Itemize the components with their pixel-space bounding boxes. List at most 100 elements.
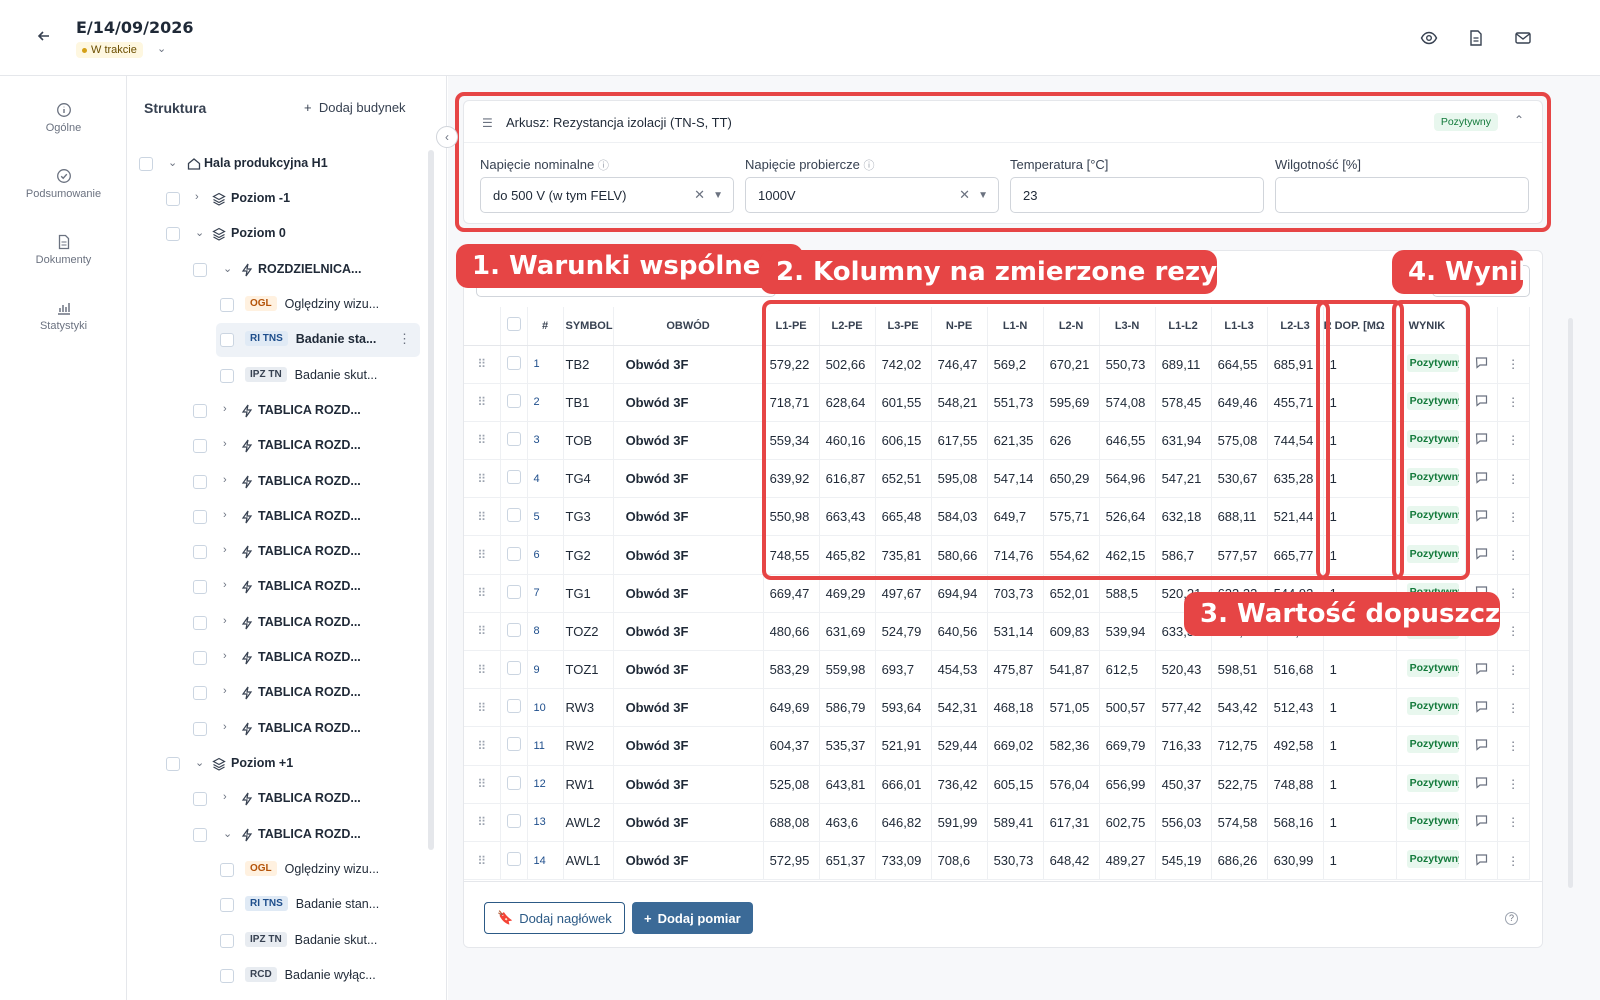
resistance-cell[interactable]: 582,36	[1043, 726, 1100, 766]
table-row[interactable]: ⠿ 1 TB2 Obwód 3F 579,22 502,66 742,02 746,47 569…	[464, 345, 1530, 384]
tree-checkbox[interactable]	[139, 157, 153, 171]
resistance-cell[interactable]: 621,35	[987, 421, 1044, 461]
drag-handle-icon[interactable]: ⠿	[464, 765, 501, 804]
comment-icon[interactable]	[1465, 497, 1498, 537]
resistance-cell[interactable]: 571,05	[1043, 688, 1100, 728]
kebab-menu-icon[interactable]: ⋮	[398, 331, 411, 347]
resistance-cell[interactable]: 469,29	[819, 574, 876, 613]
resistance-cell[interactable]: 591,99	[931, 803, 988, 842]
resistance-cell[interactable]: 583,29	[763, 650, 820, 690]
circuit-cell[interactable]: Obwód 3F	[613, 574, 764, 613]
resistance-cell[interactable]: 462,15	[1099, 535, 1156, 575]
row-select[interactable]	[500, 650, 528, 690]
resistance-cell[interactable]: 640,56	[931, 612, 988, 652]
drag-handle-icon[interactable]: ⠿	[464, 345, 501, 384]
resistance-cell[interactable]: 609,83	[1043, 612, 1100, 652]
row-checkbox[interactable]	[506, 813, 521, 828]
col-select[interactable]	[500, 307, 528, 346]
resistance-cell[interactable]: 465,82	[819, 535, 876, 575]
resistance-cell[interactable]: 526,64	[1099, 497, 1156, 537]
table-row[interactable]: ⠿ 9 TOZ1 Obwód 3F 583,29 559,98 693,7 454,53 475…	[464, 650, 1530, 690]
symbol-cell[interactable]: TG4	[563, 459, 614, 499]
allowed-resistance-cell[interactable]: 1	[1323, 459, 1397, 499]
tree-node[interactable]: ⌄ TABLICA ROZD...	[127, 822, 427, 848]
resistance-cell[interactable]: 577,57	[1211, 535, 1268, 575]
resistance-cell[interactable]: 559,34	[763, 421, 820, 461]
chevron-down-icon[interactable]: ⌄	[223, 827, 232, 840]
comment-icon[interactable]	[1465, 383, 1498, 422]
kebab-menu-icon[interactable]: ⋮	[1497, 765, 1530, 804]
symbol-cell[interactable]: TG3	[563, 497, 614, 537]
row-select[interactable]	[500, 612, 528, 652]
row-checkbox[interactable]	[506, 584, 521, 599]
kebab-menu-icon[interactable]: ⋮	[1497, 650, 1530, 690]
tree-checkbox[interactable]	[166, 192, 180, 206]
resistance-cell[interactable]: 500,57	[1099, 688, 1156, 728]
tree-checkbox[interactable]	[220, 934, 234, 948]
help-icon[interactable]: ?	[1505, 912, 1518, 925]
chevron-down-icon[interactable]: ⌄	[157, 42, 166, 55]
row-checkbox[interactable]	[506, 393, 521, 408]
tree-node[interactable]: OGL Oględziny wizu...	[127, 292, 427, 318]
symbol-cell[interactable]: AWL1	[563, 841, 614, 881]
nav-podsumowanie[interactable]: Podsumowanie	[0, 168, 127, 200]
resistance-cell[interactable]: 649,46	[1211, 383, 1268, 422]
circuit-cell[interactable]: Obwód 3F	[613, 688, 764, 728]
tree-checkbox[interactable]	[220, 898, 234, 912]
chevron-down-icon[interactable]: ⌄	[168, 156, 177, 169]
tree-checkbox[interactable]	[193, 722, 207, 736]
symbol-cell[interactable]: RW1	[563, 765, 614, 804]
tree-checkbox[interactable]	[193, 545, 207, 559]
symbol-cell[interactable]: RW2	[563, 726, 614, 766]
nav-dokumenty[interactable]: Dokumenty	[0, 234, 127, 266]
resistance-cell[interactable]: 669,02	[987, 726, 1044, 766]
circuit-cell[interactable]: Obwód 3F	[613, 421, 764, 461]
row-checkbox[interactable]	[506, 737, 521, 752]
resistance-cell[interactable]: 626	[1043, 421, 1100, 461]
chevron-right-icon[interactable]: ›	[223, 721, 227, 733]
resistance-cell[interactable]: 580,66	[931, 535, 988, 575]
tree-node[interactable]: › TABLICA ROZD...	[127, 504, 427, 530]
resistance-cell[interactable]: 605,15	[987, 765, 1044, 804]
row-select[interactable]	[500, 688, 528, 728]
resistance-cell[interactable]: 646,82	[875, 803, 932, 842]
allowed-resistance-cell[interactable]: 1	[1323, 726, 1397, 766]
resistance-cell[interactable]: 579,22	[763, 345, 820, 384]
clear-icon[interactable]: ✕	[694, 187, 705, 203]
resistance-cell[interactable]: 631,94	[1155, 421, 1212, 461]
sheet-header[interactable]: ☰ Arkusz: Rezystancja izolacji (TN-S, TT…	[464, 101, 1542, 143]
resistance-cell[interactable]: 628,64	[819, 383, 876, 422]
symbol-cell[interactable]: TOZ1	[563, 650, 614, 690]
table-row[interactable]: ⠿ 2 TB1 Obwód 3F 718,71 628,64 601,55 548,21 551…	[464, 383, 1530, 422]
table-row[interactable]: ⠿ 5 TG3 Obwód 3F 550,98 663,43 665,48 584,03 649…	[464, 497, 1530, 537]
circuit-cell[interactable]: Obwód 3F	[613, 535, 764, 575]
resistance-cell[interactable]: 525,08	[763, 765, 820, 804]
resistance-cell[interactable]: 746,47	[931, 345, 988, 384]
resistance-cell[interactable]: 502,66	[819, 345, 876, 384]
kebab-menu-icon[interactable]: ⋮	[1497, 345, 1530, 384]
add-header-button[interactable]: 🔖 Dodaj nagłówek	[484, 902, 625, 934]
chevron-right-icon[interactable]: ›	[195, 191, 199, 203]
resistance-cell[interactable]: 688,08	[763, 803, 820, 842]
resistance-cell[interactable]: 586,7	[1155, 535, 1212, 575]
table-row[interactable]: ⠿ 12 RW1 Obwód 3F 525,08 643,81 666,01 736,42 60…	[464, 765, 1530, 804]
resistance-cell[interactable]: 630,99	[1267, 841, 1324, 881]
circuit-cell[interactable]: Obwód 3F	[613, 459, 764, 499]
resistance-cell[interactable]: 450,37	[1155, 765, 1212, 804]
tree-node[interactable]: ⌄ Poziom +1	[127, 751, 427, 777]
tree-node[interactable]: › TABLICA ROZD...	[127, 574, 427, 600]
resistance-cell[interactable]: 651,37	[819, 841, 876, 881]
circuit-cell[interactable]: Obwód 3F	[613, 345, 764, 384]
comment-icon[interactable]	[1465, 765, 1498, 804]
tree-checkbox[interactable]	[166, 227, 180, 241]
resistance-cell[interactable]: 535,37	[819, 726, 876, 766]
row-checkbox[interactable]	[506, 852, 521, 867]
resistance-cell[interactable]: 574,08	[1099, 383, 1156, 422]
resistance-cell[interactable]: 649,69	[763, 688, 820, 728]
tree-checkbox[interactable]	[193, 616, 207, 630]
resistance-cell[interactable]: 664,55	[1211, 345, 1268, 384]
tree-scrollbar[interactable]	[428, 150, 434, 850]
resistance-cell[interactable]: 530,73	[987, 841, 1044, 881]
tree-node[interactable]: › TABLICA ROZD...	[127, 716, 427, 742]
symbol-cell[interactable]: TB2	[563, 345, 614, 384]
